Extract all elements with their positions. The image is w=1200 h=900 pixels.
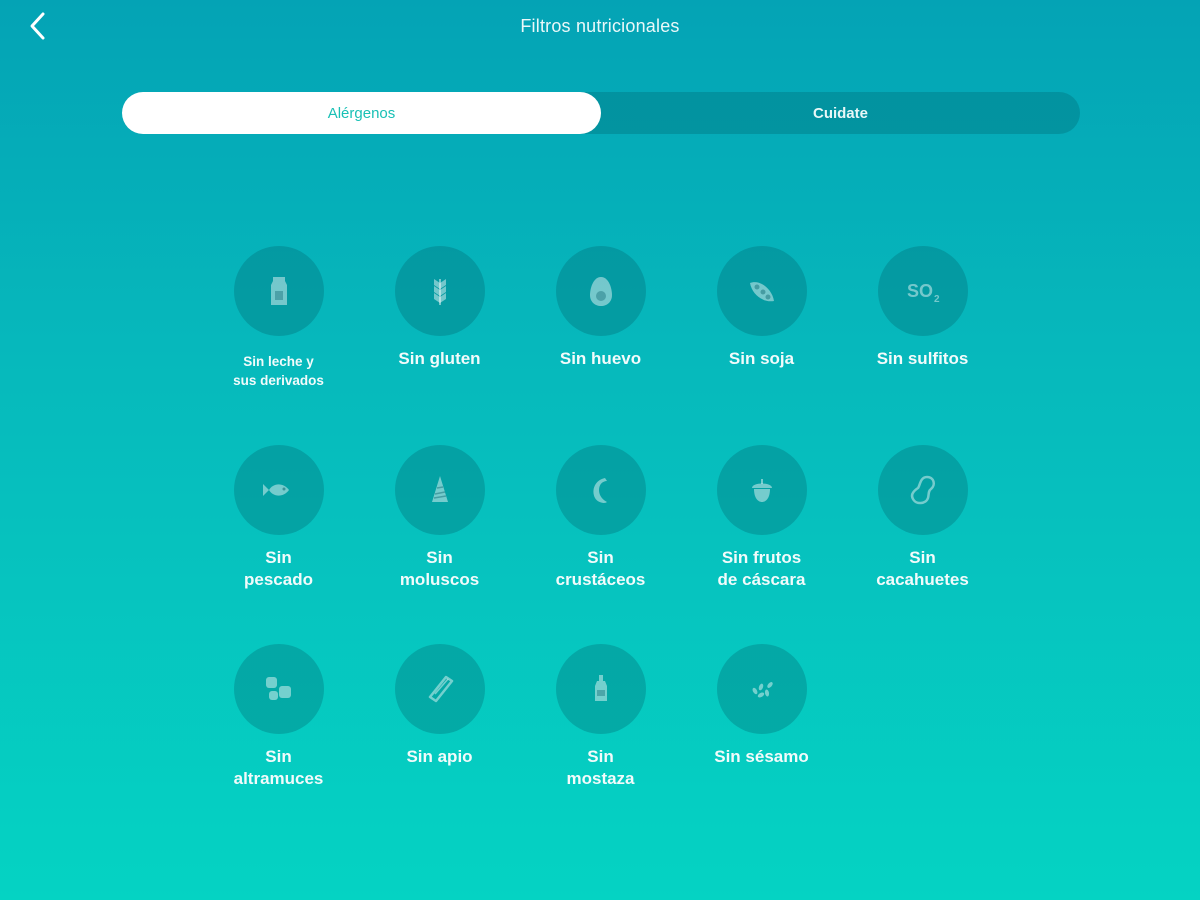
filter-label: Sin moluscos [399,548,480,589]
sesame-seeds-icon [752,682,773,698]
filter-icon-circle [555,644,646,734]
filter-icon-circle [877,445,968,535]
filter-sin-sesamo[interactable]: Sin sésamo [681,644,842,843]
filter-label: Sin apio [406,747,473,766]
filter-icon-circle [233,445,324,535]
lupin-icon [265,677,291,700]
filter-label: Sin gluten [398,349,481,368]
filter-sin-pescado[interactable]: Sin pescado [198,445,359,644]
filter-sin-crustaceos[interactable]: Sin crustáceos [520,445,681,644]
filter-icon-circle [394,644,485,734]
filter-icon-circle [716,246,807,336]
filter-sin-altramuces[interactable]: Sin altramuces [198,644,359,843]
filter-icon-circle [555,445,646,535]
filter-icon-circle [716,644,807,734]
fish-icon [262,484,289,496]
allergen-filter-grid: Sin leche y sus derivados Sin gluten Sin… [198,246,1008,843]
filter-icon-circle [555,246,646,336]
svg-text:2: 2 [934,294,940,305]
filter-label: Sin altramuces [233,747,324,788]
filter-icon-circle [233,644,324,734]
filter-label: Sin cacahuetes [876,548,969,589]
so2-icon: SO 2 [907,281,940,305]
shell-icon [431,476,448,502]
wheat-icon [433,279,446,305]
svg-text:SO: SO [907,281,933,301]
tab-alergenos[interactable]: Alérgenos [122,92,601,134]
filter-label: Sin sulfitos [876,349,969,368]
milk-carton-icon [270,277,287,305]
filter-label: Sin pescado [244,548,313,589]
filter-sin-sulfitos[interactable]: SO 2 Sin sulfitos [842,246,1003,445]
filter-sin-frutos-de-cascara[interactable]: Sin frutos de cáscara [681,445,842,644]
egg-icon [589,277,612,306]
mustard-bottle-icon [594,675,607,701]
filter-label: Sin crustáceos [555,548,646,589]
filter-sin-apio[interactable]: Sin apio [359,644,520,843]
filter-icon-circle [394,445,485,535]
filter-sin-huevo[interactable]: Sin huevo [520,246,681,445]
filter-label: Sin sésamo [714,747,809,766]
peanut-icon [910,475,935,505]
segmented-control: Alérgenos Cuidate [122,92,1080,134]
filter-icon-circle [233,246,324,336]
filter-label: Sin soja [728,349,795,368]
celery-icon [428,675,453,703]
filter-icon-circle [394,246,485,336]
filter-sin-gluten[interactable]: Sin gluten [359,246,520,445]
filter-sin-mostaza[interactable]: Sin mostaza [520,644,681,843]
filter-icon-circle [716,445,807,535]
filter-label: Sin huevo [559,349,642,368]
acorn-icon [751,479,772,502]
page-title: Filtros nutricionales [520,16,680,36]
tab-cuidate[interactable]: Cuidate [601,92,1080,134]
filter-label: Sin mostaza [566,747,635,788]
filter-sin-soja[interactable]: Sin soja [681,246,842,445]
filter-label: Sin leche y sus derivados [233,354,324,388]
filter-label: Sin frutos de cáscara [717,548,806,589]
soy-pod-icon [749,282,774,302]
filter-sin-leche[interactable]: Sin leche y sus derivados [198,246,359,445]
filter-sin-moluscos[interactable]: Sin moluscos [359,445,520,644]
shrimp-icon [592,478,607,503]
filter-icon-circle: SO 2 [877,246,968,336]
filter-sin-cacahuetes[interactable]: Sin cacahuetes [842,445,1003,644]
